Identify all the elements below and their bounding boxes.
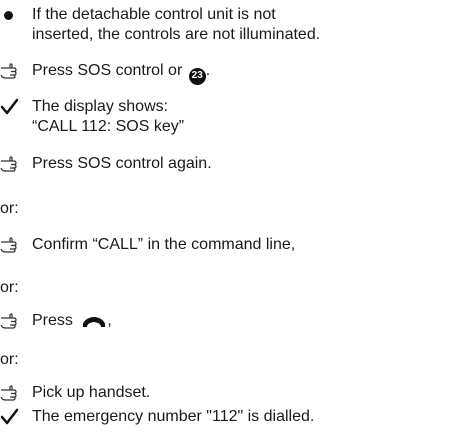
action-text: Press SOS control again. bbox=[32, 155, 212, 172]
key-23-badge: 23 bbox=[188, 67, 206, 85]
pointing-hand-icon bbox=[0, 235, 30, 255]
action-text: Confirm “CALL” in the command line, bbox=[32, 236, 296, 253]
or-text: or: bbox=[0, 200, 19, 217]
bullet-text-line-2: inserted, the controls are not illuminat… bbox=[32, 26, 321, 43]
or-text: or: bbox=[0, 279, 19, 296]
action-text-end: . bbox=[205, 62, 211, 79]
pointing-hand-icon bbox=[0, 383, 30, 403]
bullet-text-line-1: If the detachable control unit is not bbox=[32, 6, 276, 23]
action-text-end: , bbox=[107, 312, 112, 329]
pointing-hand-icon bbox=[0, 61, 30, 81]
action-text: Pick up handset. bbox=[32, 384, 151, 401]
or-text: or: bbox=[0, 351, 19, 368]
action-text: Press bbox=[32, 312, 78, 329]
checkmark-icon bbox=[0, 97, 30, 117]
pointing-hand-icon bbox=[0, 311, 30, 331]
result-text-line-2: “CALL 112: SOS key” bbox=[32, 118, 185, 135]
action-text: Press SOS control or bbox=[32, 62, 187, 79]
pointing-hand-icon bbox=[0, 154, 30, 174]
result-text-line-1: The display shows: bbox=[32, 98, 169, 115]
result-text: The emergency number "112" is dialled. bbox=[32, 408, 315, 425]
bullet-icon bbox=[0, 5, 30, 25]
checkmark-icon bbox=[0, 407, 30, 427]
handset-icon bbox=[81, 315, 107, 335]
